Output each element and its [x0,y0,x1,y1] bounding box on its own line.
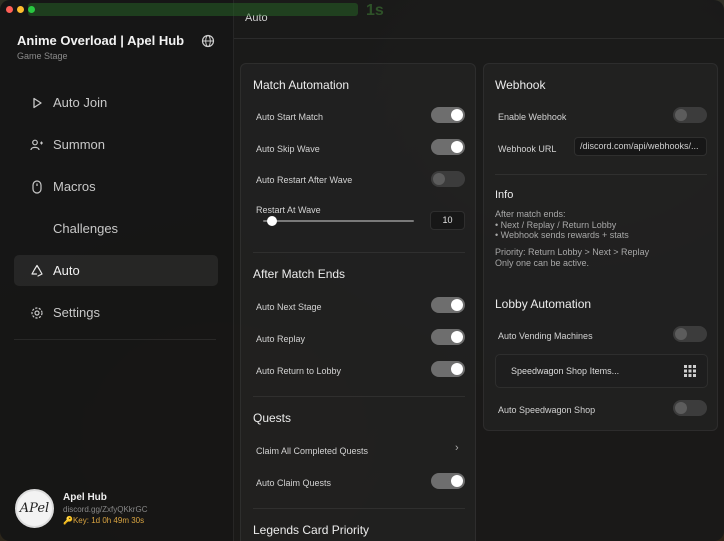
minimize-window-button[interactable] [17,6,24,13]
info-text-priority: Priority: Return Lobby > Next > Replay O… [495,247,650,268]
sidebar: Anime Overload | Apel Hub Game Stage Aut… [0,0,234,541]
section-title-info: Info [495,189,514,201]
profile-card: APel Apel Hub discord.gg/ZxfyQKkrGC 🔑Key… [15,489,147,528]
header-divider [234,38,724,39]
auto-speedwagon-shop-label: Auto Speedwagon Shop [498,405,596,415]
grid-icon [684,365,696,377]
avatar: APel [15,489,54,528]
game-hud-time: 1s [366,2,384,19]
sidebar-item-auto-join[interactable]: Auto Join [14,87,218,118]
section-title-after-match: After Match Ends [253,267,346,281]
section-title-lobby-automation: Lobby Automation [495,297,592,311]
webhook-url-label: Webhook URL [498,144,557,154]
auto-speedwagon-shop-toggle[interactable] [673,400,707,416]
chevron-right-icon[interactable]: › [455,442,459,454]
restart-at-wave-value[interactable]: 10 [430,211,465,230]
restart-at-wave-label: Restart At Wave [256,205,321,215]
game-hud-bar [28,3,358,16]
auto-next-stage-label: Auto Next Stage [256,302,322,312]
sidebar-item-settings[interactable]: Settings [14,297,218,328]
auto-start-match-toggle[interactable] [431,107,465,123]
close-window-button[interactable] [6,6,13,13]
sidebar-item-challenges[interactable]: Challenges [14,213,218,244]
app-subtitle: Game Stage [17,51,68,61]
auto-return-lobby-label: Auto Return to Lobby [256,366,342,376]
mouse-icon [30,179,44,194]
auto-start-match-label: Auto Start Match [256,112,324,122]
profile-name: Apel Hub [63,492,107,503]
auto-restart-after-wave-label: Auto Restart After Wave [256,175,353,185]
sidebar-item-label: Auto Join [53,95,108,110]
speedwagon-shop-items-button[interactable]: Speedwagon Shop Items... [495,354,708,388]
play-icon [30,96,44,110]
sidebar-item-label: Settings [53,305,100,320]
maximize-window-button[interactable] [28,6,35,13]
auto-restart-after-wave-toggle[interactable] [431,171,465,187]
section-title-webhook: Webhook [495,78,546,92]
restart-at-wave-slider[interactable] [263,220,414,222]
auto-next-stage-toggle[interactable] [431,297,465,313]
auto-replay-label: Auto Replay [256,334,306,344]
section-divider [495,174,707,175]
sidebar-item-label: Challenges [53,221,119,236]
enable-webhook-label: Enable Webhook [498,112,567,122]
restart-at-wave-slider-thumb[interactable] [267,216,278,226]
left-panel: Match Automation Auto Start Match Auto S… [240,63,476,541]
app-title: Anime Overload | Apel Hub [17,33,185,48]
sidebar-item-summon[interactable]: Summon [14,129,218,160]
auto-replay-toggle[interactable] [431,329,465,345]
globe-icon[interactable] [201,34,215,48]
auto-vending-toggle[interactable] [673,326,707,342]
section-divider [253,396,465,397]
window-controls [6,6,35,13]
auto-return-lobby-toggle[interactable] [431,361,465,377]
auto-claim-quests-label: Auto Claim Quests [256,478,332,488]
claim-all-quests-label[interactable]: Claim All Completed Quests [256,446,368,456]
auto-skip-wave-label: Auto Skip Wave [256,144,320,154]
speedwagon-shop-items-label: Speedwagon Shop Items... [511,366,620,376]
auto-claim-quests-toggle[interactable] [431,473,465,489]
sidebar-item-label: Macros [53,179,96,194]
sidebar-item-label: Auto [53,263,80,278]
sidebar-item-macros[interactable]: Macros [14,171,218,202]
hub-window: 1s Anime Overload | Apel Hub Game Stage … [0,0,724,541]
right-panel: Webhook Enable Webhook Webhook URL /disc… [483,63,718,431]
section-divider [253,508,465,509]
webhook-url-input[interactable]: /discord.com/api/webhooks/... [574,137,707,156]
section-divider [253,252,465,253]
section-title-match-automation: Match Automation [253,78,350,92]
sidebar-divider [14,339,216,340]
users-icon [30,138,44,152]
enable-webhook-toggle[interactable] [673,107,707,123]
section-title-legends-card: Legends Card Priority [253,523,370,537]
auto-vending-label: Auto Vending Machines [498,331,593,341]
sidebar-item-auto[interactable]: Auto [14,255,218,286]
recycle-icon [30,264,44,278]
profile-discord-link[interactable]: discord.gg/ZxfyQKkrGC [63,505,147,514]
sidebar-nav: Auto Join Summon Macros Challenges Auto … [14,87,218,339]
profile-key-timer: 🔑Key: 1d 0h 49m 30s [63,516,145,525]
gear-icon [30,306,44,320]
section-title-quests: Quests [253,411,292,425]
auto-skip-wave-toggle[interactable] [431,139,465,155]
info-text-after-match: After match ends: • Next / Replay / Retu… [495,209,629,240]
sidebar-item-label: Summon [53,137,106,152]
